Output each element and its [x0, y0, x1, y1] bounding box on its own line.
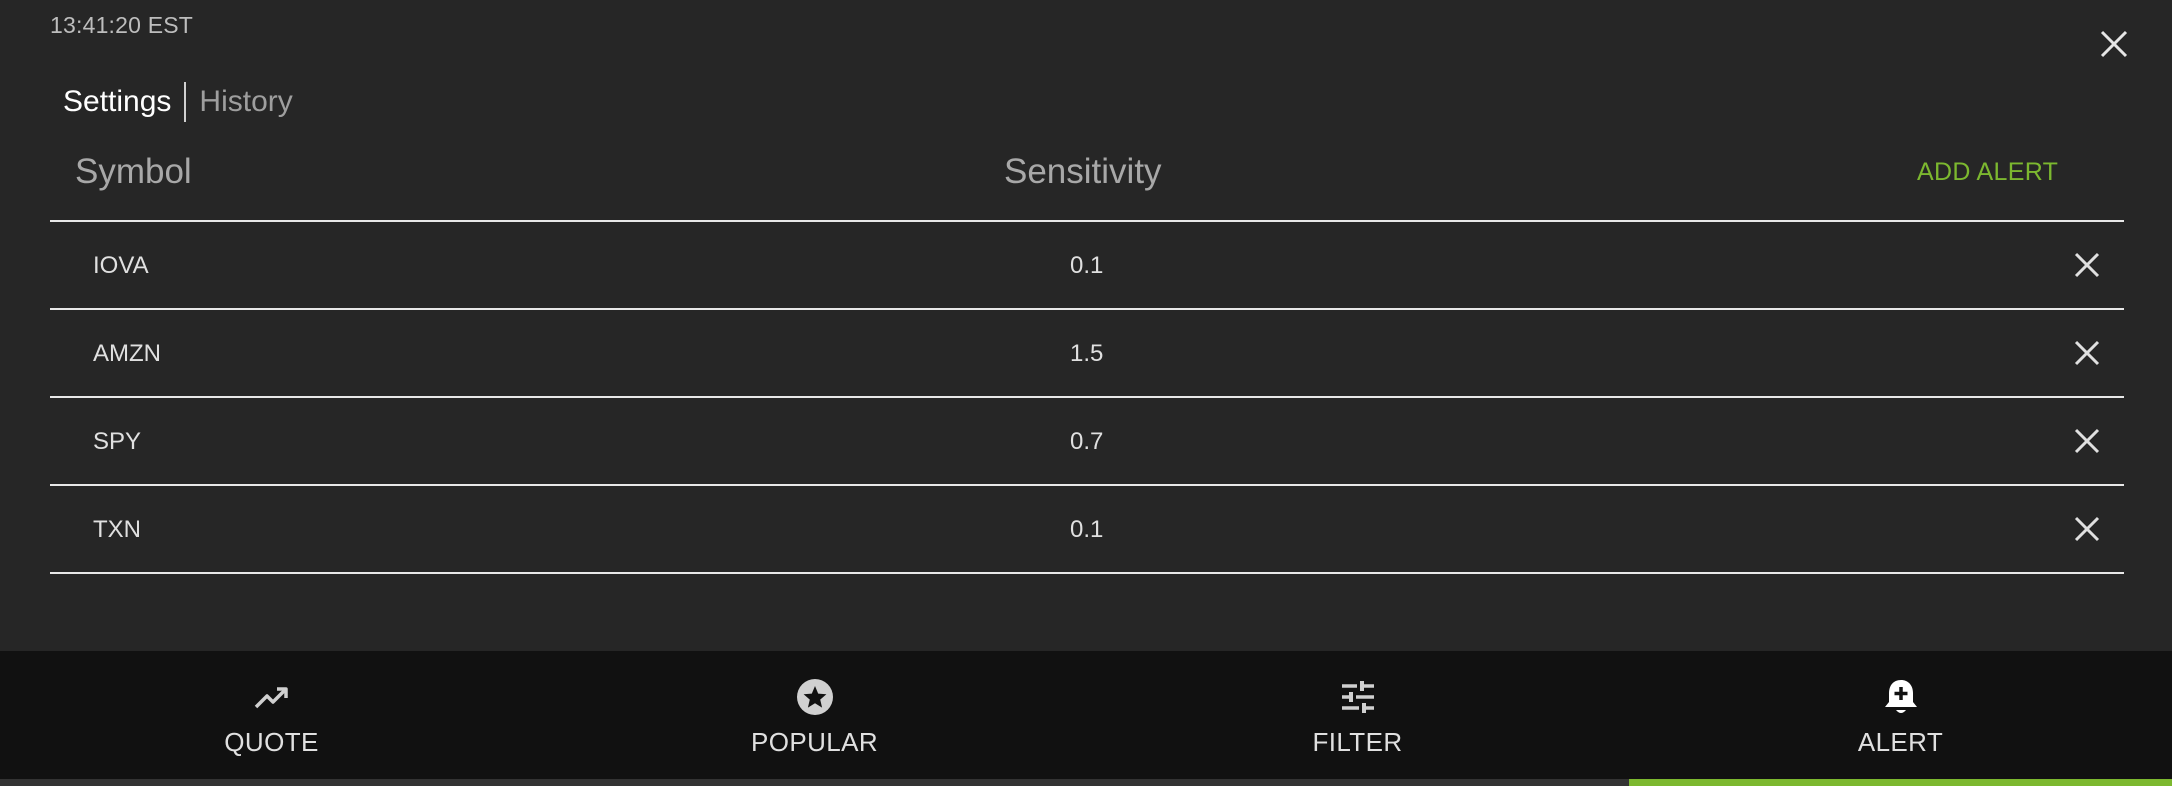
column-header-sensitivity: Sensitivity	[1004, 152, 1162, 191]
nav-active-indicator	[1629, 779, 2172, 786]
row-symbol: AMZN	[93, 340, 161, 367]
table-row: IOVA 0.1	[50, 222, 2124, 310]
nav-indicator	[543, 779, 1086, 786]
nav-label-filter: FILTER	[1312, 727, 1403, 757]
table-row: SPY 0.7	[50, 398, 2124, 486]
nav-indicator	[0, 779, 543, 786]
close-icon[interactable]	[2096, 26, 2132, 62]
alerts-panel: 13:41:20 EST Settings History Symbol Sen…	[0, 0, 2172, 786]
row-sensitivity: 0.1	[1070, 252, 1104, 279]
column-header-symbol: Symbol	[75, 152, 192, 191]
nav-label-popular: POPULAR	[750, 727, 879, 757]
alerts-table: Symbol Sensitivity ADD ALERT IOVA 0.1 AM…	[50, 122, 2124, 574]
add-alert-button[interactable]: ADD ALERT	[1917, 158, 2058, 187]
row-symbol: IOVA	[93, 252, 149, 279]
bell-plus-icon	[1881, 677, 1921, 717]
nav-popular[interactable]: POPULAR	[543, 651, 1086, 786]
nav-indicator	[1086, 779, 1629, 786]
table-header: Symbol Sensitivity ADD ALERT	[50, 122, 2124, 222]
remove-alert-icon[interactable]	[2070, 248, 2104, 282]
remove-alert-icon[interactable]	[2070, 424, 2104, 458]
remove-alert-icon[interactable]	[2070, 512, 2104, 546]
row-sensitivity: 0.7	[1070, 428, 1104, 455]
star-circle-icon	[795, 677, 835, 717]
bottom-nav: QUOTE POPULAR FILTER ALERT	[0, 651, 2172, 786]
clock-time: 13:41:20 EST	[50, 12, 194, 38]
nav-quote[interactable]: QUOTE	[0, 651, 543, 786]
row-sensitivity: 0.1	[1070, 516, 1104, 543]
tab-settings[interactable]: Settings	[63, 82, 171, 122]
nav-label-quote: QUOTE	[224, 727, 319, 757]
sliders-icon	[1338, 677, 1378, 717]
tab-history[interactable]: History	[199, 82, 292, 122]
trending-up-icon	[252, 677, 292, 717]
remove-alert-icon[interactable]	[2070, 336, 2104, 370]
row-symbol: TXN	[93, 516, 141, 543]
nav-label-alert: ALERT	[1857, 727, 1944, 757]
tab-divider	[184, 82, 187, 122]
table-row: AMZN 1.5	[50, 310, 2124, 398]
table-row: TXN 0.1	[50, 486, 2124, 574]
tab-bar: Settings History	[63, 82, 293, 122]
nav-alert[interactable]: ALERT	[1629, 651, 2172, 786]
row-symbol: SPY	[93, 428, 142, 455]
nav-filter[interactable]: FILTER	[1086, 651, 1629, 786]
row-sensitivity: 1.5	[1070, 340, 1104, 367]
